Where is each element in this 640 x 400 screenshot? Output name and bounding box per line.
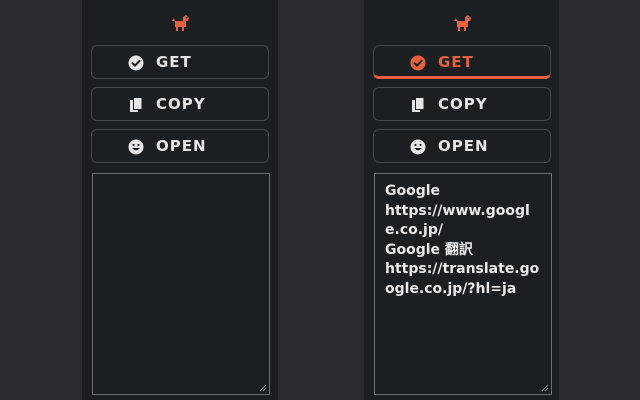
textarea-line: Google	[385, 183, 441, 199]
dog-icon	[453, 15, 471, 31]
copy-icon	[130, 97, 143, 112]
textarea-line: Google 翻訳	[385, 241, 473, 258]
open-button-label: OPEN	[156, 137, 207, 155]
dog-icon	[172, 15, 189, 31]
check-circle-icon	[128, 55, 144, 71]
check-circle-icon	[410, 55, 426, 71]
copy-button-label: COPY	[156, 95, 206, 113]
copy-button[interactable]: COPY	[91, 87, 269, 121]
get-button[interactable]: GET	[373, 45, 551, 79]
output-textarea[interactable]: Google https://www.google.co.jp/ Google …	[374, 173, 552, 395]
textarea-line: https://www.google.co.jp/	[385, 202, 530, 239]
smile-icon	[410, 139, 426, 155]
output-textarea[interactable]	[92, 173, 270, 395]
open-button[interactable]: OPEN	[91, 129, 269, 163]
smile-icon	[128, 139, 144, 155]
copy-button-label: COPY	[438, 95, 488, 113]
open-button-label: OPEN	[438, 137, 489, 155]
resize-handle-icon[interactable]	[541, 384, 549, 392]
right-panel: GET COPY OPEN Google https://www.google.…	[364, 0, 559, 400]
copy-button[interactable]: COPY	[373, 87, 551, 121]
open-button[interactable]: OPEN	[373, 129, 551, 163]
resize-handle-icon[interactable]	[259, 384, 267, 392]
get-button-label: GET	[438, 53, 474, 71]
get-button[interactable]: GET	[91, 45, 269, 79]
left-panel: GET COPY OPEN	[82, 0, 278, 400]
get-button-label: GET	[156, 53, 192, 71]
copy-icon	[412, 97, 425, 112]
textarea-line: https://translate.google.co.jp/?hl=ja	[385, 261, 540, 297]
